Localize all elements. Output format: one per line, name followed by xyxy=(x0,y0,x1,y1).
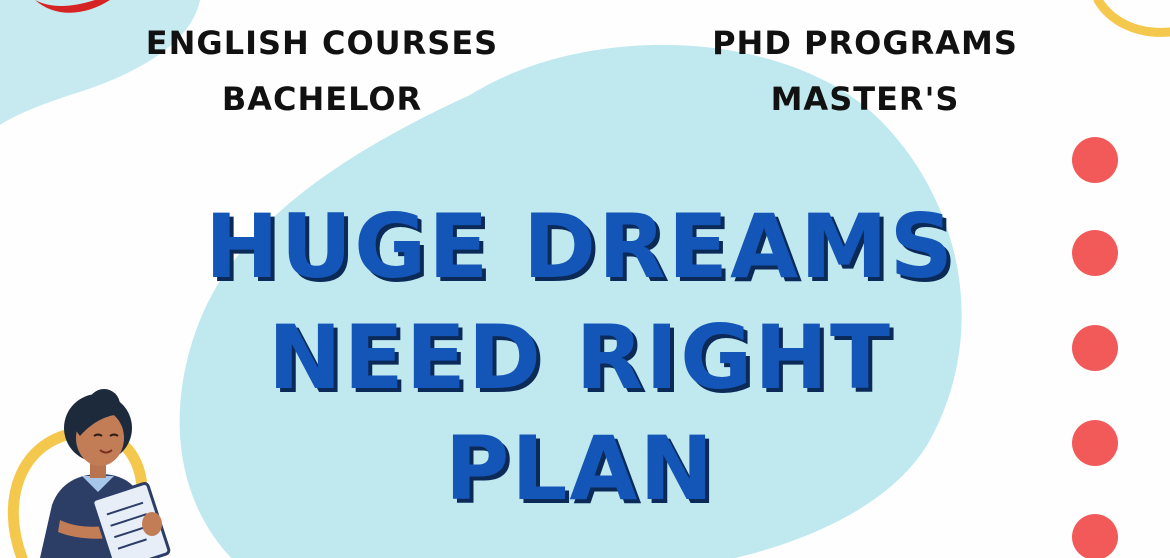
poster-canvas: ENGLISH COURSES BACHELOR PHD PROGRAMS MA… xyxy=(0,0,1170,558)
tag-english-courses: ENGLISH COURSES xyxy=(145,24,499,62)
red-dot-4 xyxy=(1072,420,1118,466)
tag-phd-programs: PHD PROGRAMS xyxy=(712,24,1018,62)
headline-line-3: PLAN xyxy=(444,417,716,520)
tag-masters: MASTER'S xyxy=(770,80,960,118)
woman-illustration xyxy=(40,389,171,558)
headline-line-2: NEED RIGHT xyxy=(268,306,892,409)
red-dot-2 xyxy=(1072,230,1118,276)
headline-line-1: HUGE DREAMS xyxy=(204,195,956,298)
red-dot-1 xyxy=(1072,137,1118,183)
tag-bachelor: BACHELOR xyxy=(221,80,423,118)
red-dot-5 xyxy=(1072,514,1118,558)
red-dot-3 xyxy=(1072,325,1118,371)
yellow-ring-top-right xyxy=(1093,0,1170,37)
